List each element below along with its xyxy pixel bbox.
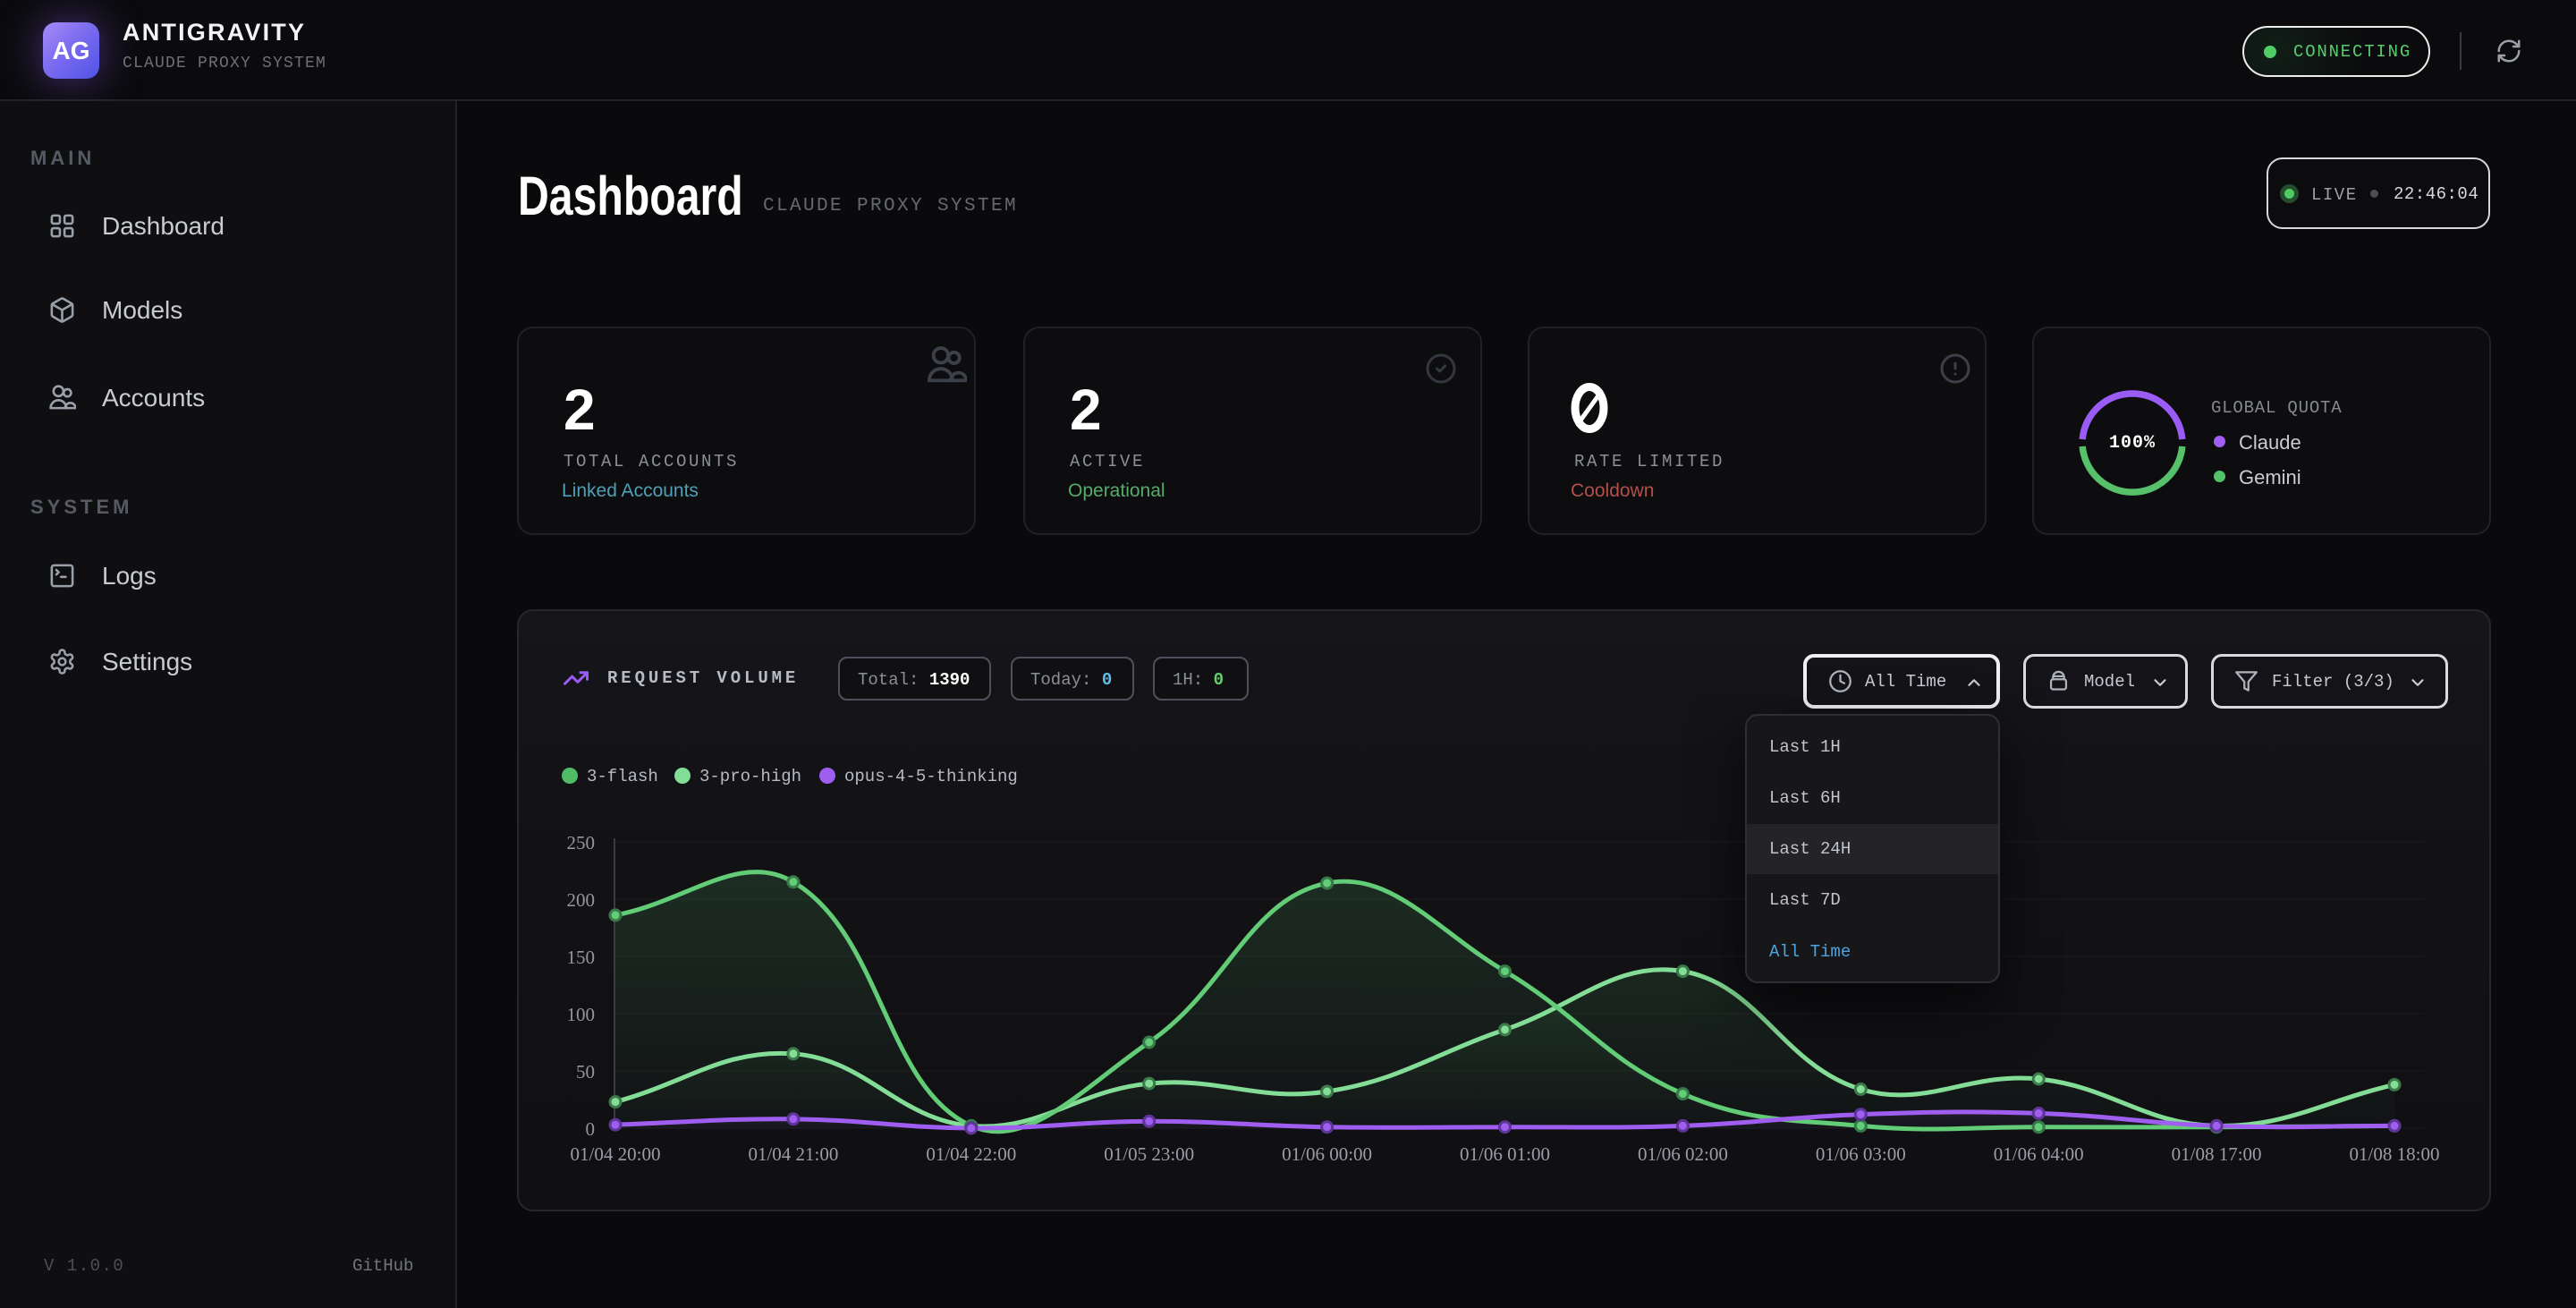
svg-text:01/04 22:00: 01/04 22:00: [926, 1143, 1016, 1165]
svg-text:01/06 00:00: 01/06 00:00: [1282, 1143, 1372, 1165]
svg-text:200: 200: [567, 889, 596, 911]
svg-text:01/06 01:00: 01/06 01:00: [1460, 1143, 1550, 1165]
svg-text:01/05 23:00: 01/05 23:00: [1104, 1143, 1194, 1165]
svg-text:01/06 02:00: 01/06 02:00: [1638, 1143, 1728, 1165]
svg-text:50: 50: [576, 1061, 595, 1083]
svg-text:01/06 04:00: 01/06 04:00: [1994, 1143, 2084, 1165]
svg-text:01/08 17:00: 01/08 17:00: [2172, 1143, 2262, 1165]
svg-text:01/04 20:00: 01/04 20:00: [571, 1143, 661, 1165]
svg-text:150: 150: [567, 947, 596, 968]
svg-text:0: 0: [586, 1118, 596, 1140]
svg-text:100: 100: [567, 1004, 596, 1025]
svg-text:01/08 18:00: 01/08 18:00: [2350, 1143, 2440, 1165]
svg-text:01/04 21:00: 01/04 21:00: [748, 1143, 838, 1165]
svg-text:01/06 03:00: 01/06 03:00: [1816, 1143, 1906, 1165]
svg-text:250: 250: [567, 832, 596, 854]
